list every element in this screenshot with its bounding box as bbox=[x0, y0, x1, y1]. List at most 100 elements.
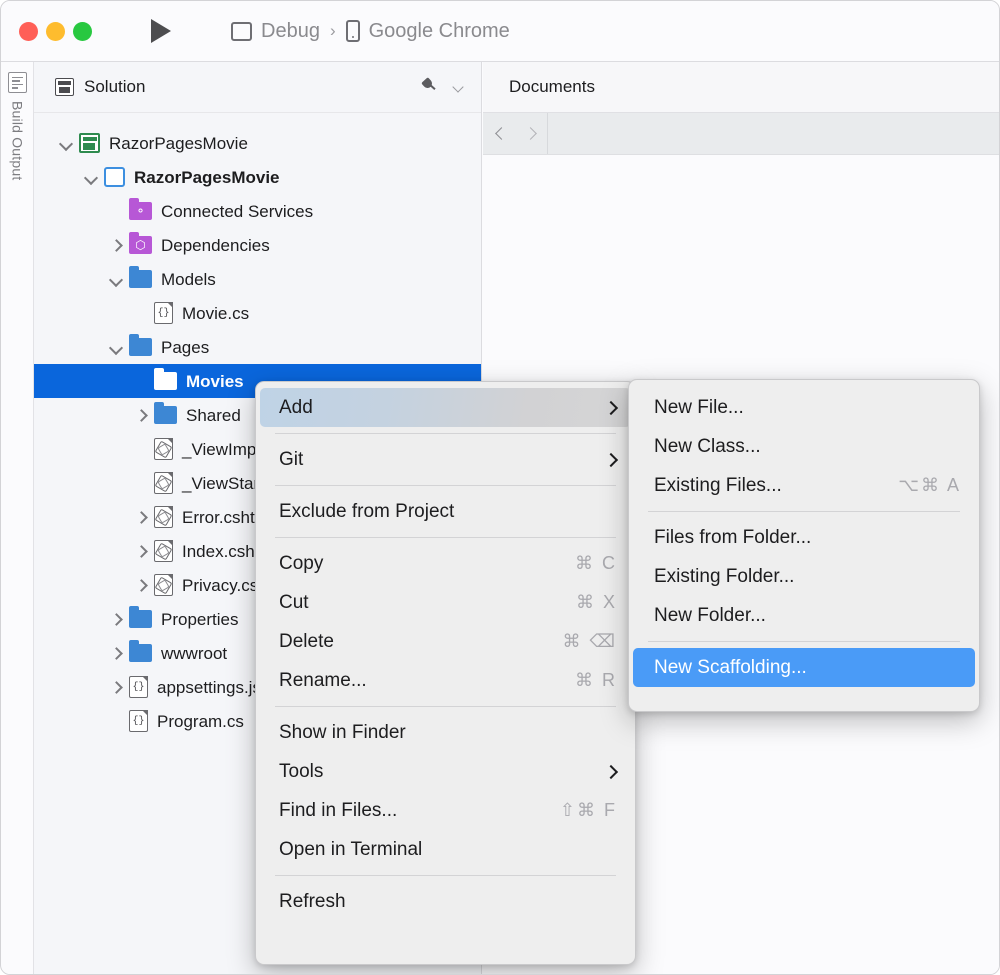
title-bar: Debug › Google Chrome bbox=[1, 1, 1000, 62]
menu-item-new-scaffolding[interactable]: New Scaffolding... bbox=[633, 648, 975, 687]
menu-item-git[interactable]: Git bbox=[260, 440, 631, 479]
disclosure-closed-icon[interactable] bbox=[133, 509, 150, 526]
tree-item-connected-services[interactable]: ⚬ Connected Services bbox=[34, 194, 481, 228]
tree-item-razorpagesmovie[interactable]: RazorPagesMovie bbox=[34, 160, 481, 194]
menu-item-rename[interactable]: Rename... ⌘ R bbox=[260, 661, 631, 700]
menu-item-tools[interactable]: Tools bbox=[260, 752, 631, 791]
menu-separator bbox=[275, 485, 616, 486]
submenu-chevron-icon bbox=[605, 766, 617, 778]
razor-hex-glyph bbox=[155, 576, 173, 594]
add-submenu: New File... New Class... Existing Files...… bbox=[628, 379, 980, 712]
csharp-file-icon: {} bbox=[154, 302, 173, 324]
menu-item-label: New Class... bbox=[654, 436, 961, 458]
tree-item-models[interactable]: Models bbox=[34, 262, 481, 296]
disclosure-spacer bbox=[133, 373, 150, 390]
menu-item-shortcut: ⇧⌘ F bbox=[560, 800, 617, 821]
chevron-down-icon[interactable] bbox=[454, 82, 465, 93]
tree-item-label: wwwroot bbox=[161, 645, 227, 662]
breadcrumb-separator: › bbox=[330, 21, 336, 41]
menu-item-add[interactable]: Add bbox=[260, 388, 631, 427]
disclosure-open-icon[interactable] bbox=[108, 271, 125, 288]
menu-item-new-file[interactable]: New File... bbox=[633, 388, 975, 427]
tree-item-label: Movies bbox=[186, 373, 244, 390]
disclosure-closed-icon[interactable] bbox=[108, 679, 125, 696]
disclosure-closed-icon[interactable] bbox=[133, 577, 150, 594]
disclosure-open-icon[interactable] bbox=[58, 135, 75, 152]
menu-item-label: Git bbox=[279, 449, 595, 471]
disclosure-closed-icon[interactable] bbox=[108, 611, 125, 628]
tree-item-movie-cs[interactable]: {} Movie.cs bbox=[34, 296, 481, 330]
menu-item-new-folder[interactable]: New Folder... bbox=[633, 596, 975, 635]
menu-item-delete[interactable]: Delete⌘ ⌫ bbox=[260, 622, 631, 661]
menu-item-label: Find in Files... bbox=[279, 800, 546, 822]
razor-hex-glyph bbox=[155, 474, 173, 492]
menu-item-shortcut: ⌘ R bbox=[575, 670, 617, 691]
menu-separator bbox=[275, 706, 616, 707]
menu-item-files-from-folder[interactable]: Files from Folder... bbox=[633, 518, 975, 557]
disclosure-closed-icon[interactable] bbox=[108, 645, 125, 662]
menu-item-refresh[interactable]: Refresh bbox=[260, 882, 631, 921]
disclosure-open-icon[interactable] bbox=[83, 169, 100, 186]
tree-item-label: Program.cs bbox=[157, 713, 244, 730]
connected-services-icon: ⚬ bbox=[129, 202, 152, 220]
close-window-button[interactable] bbox=[19, 22, 38, 41]
csharp-file-icon: {} bbox=[129, 710, 148, 732]
documents-pane-title: Documents bbox=[483, 62, 1000, 113]
menu-item-find-in-files[interactable]: Find in Files... ⇧⌘ F bbox=[260, 791, 631, 830]
tree-item-pages[interactable]: Pages bbox=[34, 330, 481, 364]
left-pad-strip: Build Output bbox=[2, 62, 34, 975]
run-button[interactable] bbox=[148, 17, 174, 45]
menu-item-shortcut: ⌘ ⌫ bbox=[563, 631, 617, 652]
minimize-window-button[interactable] bbox=[46, 22, 65, 41]
razor-file-icon bbox=[154, 540, 173, 562]
run-configuration-breadcrumb[interactable]: Debug › Google Chrome bbox=[231, 20, 510, 43]
navigate-back-icon[interactable] bbox=[493, 127, 506, 140]
navigation-path-bar[interactable] bbox=[548, 113, 1000, 154]
disclosure-open-icon[interactable] bbox=[108, 339, 125, 356]
razor-file-icon bbox=[154, 506, 173, 528]
tree-item-label: Connected Services bbox=[161, 203, 313, 220]
menu-item-label: Tools bbox=[279, 761, 595, 783]
navigate-forward-icon[interactable] bbox=[525, 127, 538, 140]
tree-item-razorpagesmovie[interactable]: RazorPagesMovie bbox=[34, 126, 481, 160]
disclosure-closed-icon[interactable] bbox=[108, 237, 125, 254]
menu-item-label: Files from Folder... bbox=[654, 527, 961, 549]
build-output-tab[interactable]: Build Output bbox=[10, 101, 26, 180]
submenu-chevron-icon bbox=[605, 454, 617, 466]
disclosure-closed-icon[interactable] bbox=[133, 543, 150, 560]
dependencies-icon: ⬡ bbox=[129, 236, 152, 254]
tree-item-label: RazorPagesMovie bbox=[134, 169, 280, 186]
menu-item-existing-files[interactable]: Existing Files...⌥⌘ A bbox=[633, 466, 975, 505]
razor-file-icon bbox=[154, 438, 173, 460]
menu-item-copy[interactable]: Copy⌘ C bbox=[260, 544, 631, 583]
disclosure-spacer bbox=[133, 475, 150, 492]
tree-item-dependencies[interactable]: ⬡ Dependencies bbox=[34, 228, 481, 262]
nav-arrows bbox=[483, 113, 548, 154]
menu-item-label: New Folder... bbox=[654, 605, 961, 627]
folder-icon bbox=[129, 338, 152, 356]
solution-pad-header: Solution bbox=[34, 62, 481, 113]
menu-item-label: Rename... bbox=[279, 670, 561, 692]
tree-item-label: RazorPagesMovie bbox=[109, 135, 248, 152]
disclosure-closed-icon[interactable] bbox=[133, 407, 150, 424]
services-glyph: ⚬ bbox=[129, 202, 152, 220]
menu-item-existing-folder[interactable]: Existing Folder... bbox=[633, 557, 975, 596]
menu-item-new-class[interactable]: New Class... bbox=[633, 427, 975, 466]
tree-item-label: Movie.cs bbox=[182, 305, 249, 322]
menu-item-open-in-terminal[interactable]: Open in Terminal bbox=[260, 830, 631, 869]
menu-separator bbox=[275, 433, 616, 434]
menu-separator bbox=[275, 875, 616, 876]
menu-separator bbox=[275, 537, 616, 538]
run-target-label: Google Chrome bbox=[369, 20, 510, 43]
menu-item-exclude-from-project[interactable]: Exclude from Project bbox=[260, 492, 631, 531]
context-menu: Add Git Exclude from Project Copy⌘ CCut⌘ XD… bbox=[255, 381, 636, 965]
menu-item-cut[interactable]: Cut⌘ X bbox=[260, 583, 631, 622]
menu-item-show-in-finder[interactable]: Show in Finder bbox=[260, 713, 631, 752]
maximize-window-button[interactable] bbox=[73, 22, 92, 41]
menu-item-label: Refresh bbox=[279, 891, 617, 913]
pin-icon[interactable] bbox=[420, 78, 436, 96]
tree-item-label: Dependencies bbox=[161, 237, 270, 254]
menu-item-label: Cut bbox=[279, 592, 562, 614]
menu-separator bbox=[648, 511, 960, 512]
solution-pad-title: Solution bbox=[84, 77, 420, 97]
